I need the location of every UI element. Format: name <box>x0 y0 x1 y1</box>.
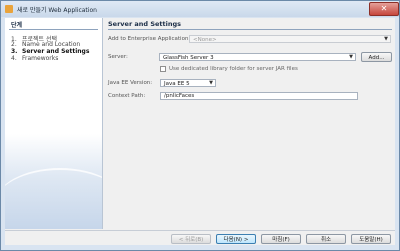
dedicated-library-label: Use dedicated library folder for server … <box>169 66 298 72</box>
window-title: 새로 만들기 Web Application <box>17 7 97 14</box>
app-icon <box>5 5 13 13</box>
panel-title: Server and Settings <box>108 20 182 28</box>
chevron-down-icon: ▼ <box>349 54 353 60</box>
title-bar: 새로 만들기 Web Application ✕ <box>1 1 399 17</box>
step-item-4: 4. Frameworks <box>11 55 58 62</box>
java-ee-version-value: Java EE 5 <box>164 81 190 87</box>
close-button[interactable]: ✕ <box>369 2 399 16</box>
steps-heading: 단계 <box>11 22 23 29</box>
help-button[interactable]: 도움말(H) <box>351 234 391 244</box>
step-item-2: 2. Name and Location <box>11 41 80 48</box>
step-number: 2. <box>11 41 17 48</box>
dedicated-library-checkbox[interactable] <box>160 66 166 72</box>
panel-divider <box>108 29 392 30</box>
steps-divider <box>9 29 98 30</box>
step-number: 4. <box>11 55 17 62</box>
step-label: Server and Settings <box>22 48 90 55</box>
wizard-footer: < 뒤로(B) 다음(N) > 마침(F) 취소 도움말(H) <box>5 230 395 245</box>
java-ee-version-label: Java EE Version: <box>108 80 153 86</box>
step-label: Frameworks <box>22 55 59 62</box>
wizard-client-area: 단계 1. 프로젝트 선택 2. Name and Location 3. Serve… <box>5 18 395 245</box>
step-label: Name and Location <box>22 41 81 48</box>
enterprise-app-select[interactable]: <None> ▼ <box>189 35 391 43</box>
next-button[interactable]: 다음(N) > <box>216 234 256 244</box>
add-server-button[interactable]: Add... <box>361 52 392 62</box>
chevron-down-icon: ▼ <box>384 36 388 42</box>
server-select[interactable]: GlassFish Server 3 ▼ <box>159 53 356 61</box>
context-path-label: Context Path: <box>108 93 146 99</box>
enterprise-app-value: <None> <box>193 37 217 43</box>
step-number: 3. <box>11 48 18 55</box>
context-path-input[interactable]: /pnlicFaces <box>160 92 358 100</box>
cancel-button[interactable]: 취소 <box>306 234 346 244</box>
java-ee-version-select[interactable]: Java EE 5 ▼ <box>160 79 216 87</box>
steps-sidebar: 단계 1. 프로젝트 선택 2. Name and Location 3. Serve… <box>5 18 103 229</box>
enterprise-app-label: Add to Enterprise Application: <box>108 36 191 42</box>
finish-button[interactable]: 마침(F) <box>261 234 301 244</box>
settings-panel: Server and Settings Add to Enterprise Ap… <box>105 18 395 229</box>
wizard-window: 새로 만들기 Web Application ✕ 단계 1. 프로젝트 선택 2.… <box>0 0 400 251</box>
back-button[interactable]: < 뒤로(B) <box>171 234 211 244</box>
server-value: GlassFish Server 3 <box>163 55 214 61</box>
step-item-3-current: 3. Server and Settings <box>11 48 89 55</box>
server-label: Server: <box>108 54 128 60</box>
decorative-swoosh <box>5 168 102 229</box>
chevron-down-icon: ▼ <box>209 80 213 86</box>
